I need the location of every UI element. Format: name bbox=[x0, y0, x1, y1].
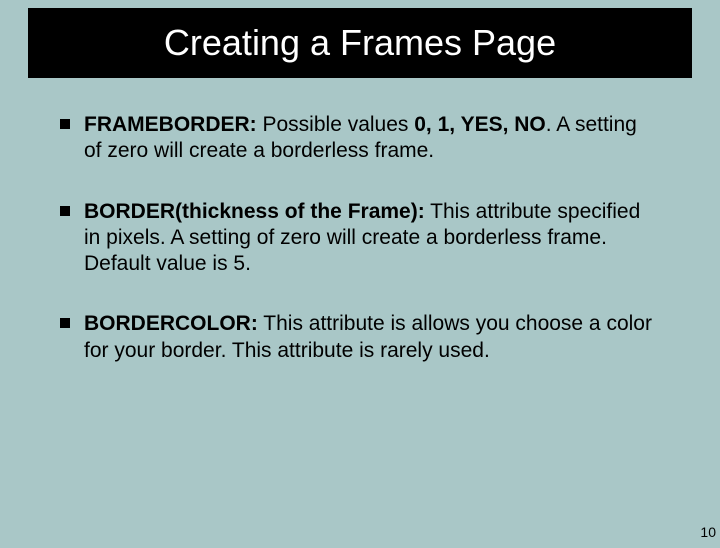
bullet-label: BORDER(thickness of the Frame): bbox=[84, 200, 425, 223]
bullet-prefix: Possible values bbox=[263, 113, 415, 136]
bullet-text: BORDERCOLOR: This attribute is allows yo… bbox=[84, 311, 660, 364]
bullet-item: FRAMEBORDER: Possible values 0, 1, YES, … bbox=[60, 112, 660, 165]
bullet-item: BORDER(thickness of the Frame): This att… bbox=[60, 199, 660, 278]
bullet-icon bbox=[60, 119, 70, 129]
bullet-label: BORDERCOLOR: bbox=[84, 312, 258, 335]
bullet-icon bbox=[60, 206, 70, 216]
title-bar: Creating a Frames Page bbox=[28, 8, 692, 78]
bullet-text: BORDER(thickness of the Frame): This att… bbox=[84, 199, 660, 278]
page-number: 10 bbox=[700, 524, 716, 540]
page-title: Creating a Frames Page bbox=[28, 22, 692, 64]
bullet-item: BORDERCOLOR: This attribute is allows yo… bbox=[60, 311, 660, 364]
bullet-label: FRAMEBORDER: bbox=[84, 113, 263, 136]
bullet-values: 0, 1, YES, NO bbox=[414, 113, 546, 136]
bullet-text: FRAMEBORDER: Possible values 0, 1, YES, … bbox=[84, 112, 660, 165]
content-area: FRAMEBORDER: Possible values 0, 1, YES, … bbox=[0, 78, 720, 364]
bullet-icon bbox=[60, 318, 70, 328]
